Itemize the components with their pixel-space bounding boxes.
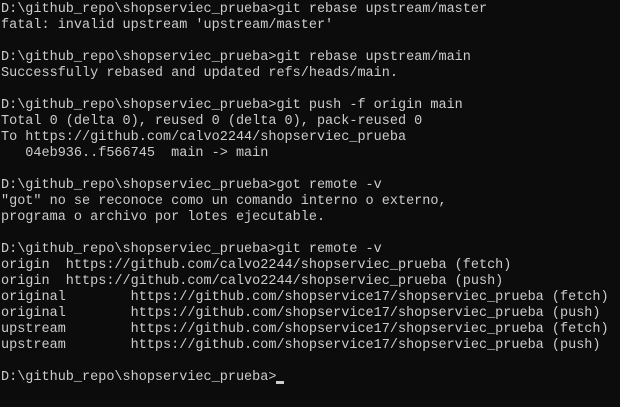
output-line-4: D:\github_repo\shopserviec_prueba>git re… bbox=[1, 50, 471, 65]
output-line-9: To https://github.com/calvo2244/shopserv… bbox=[1, 130, 407, 145]
output-line-19: original https://github.com/shopservice1… bbox=[1, 290, 609, 305]
output-line-20: original https://github.com/shopservice1… bbox=[1, 306, 601, 321]
output-line-14: programa o archivo por lotes ejecutable. bbox=[1, 210, 326, 225]
output-line-12: D:\github_repo\shopserviec_prueba>got re… bbox=[1, 178, 382, 193]
output-line-7: D:\github_repo\shopserviec_prueba>git pu… bbox=[1, 98, 463, 113]
output-line-21: upstream https://github.com/shopservice1… bbox=[1, 322, 609, 337]
output-line-17: origin https://github.com/calvo2244/shop… bbox=[1, 258, 512, 273]
command-prompt[interactable]: D:\github_repo\shopserviec_prueba> bbox=[1, 370, 620, 386]
output-line-5: Successfully rebased and updated refs/he… bbox=[1, 66, 398, 81]
output-line-22: upstream https://github.com/shopservice1… bbox=[1, 338, 601, 353]
output-line-16: D:\github_repo\shopserviec_prueba>git re… bbox=[1, 242, 382, 257]
output-line-2: fatal: invalid upstream 'upstream/master… bbox=[1, 18, 334, 33]
output-line-8: Total 0 (delta 0), reused 0 (delta 0), p… bbox=[1, 114, 423, 129]
text-cursor bbox=[276, 381, 285, 384]
output-line-1: D:\github_repo\shopserviec_prueba>git re… bbox=[1, 2, 488, 17]
output-line-13: "got" no se reconoce como un comando int… bbox=[1, 194, 447, 209]
output-line-10: 04eb936..f566745 main -> main bbox=[1, 146, 269, 161]
prompt-text: D:\github_repo\shopserviec_prueba> bbox=[1, 370, 277, 385]
output-line-18: origin https://github.com/calvo2244/shop… bbox=[1, 274, 504, 289]
terminal-console[interactable]: D:\github_repo\shopserviec_prueba>git re… bbox=[0, 0, 620, 407]
